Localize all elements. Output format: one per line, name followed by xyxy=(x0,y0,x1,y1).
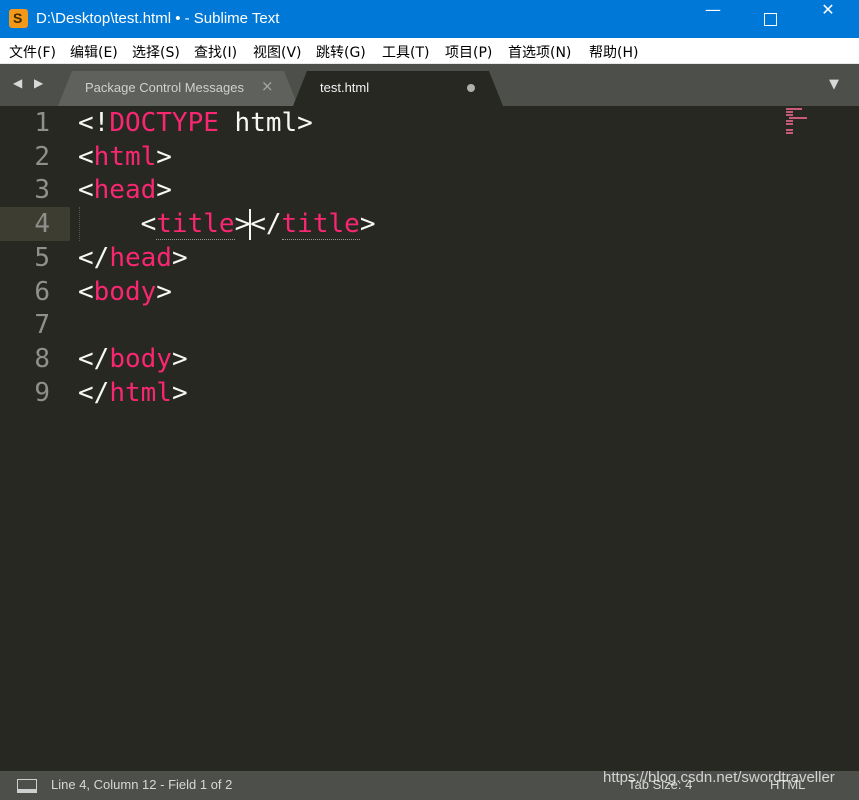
watermark: https://blog.csdn.net/swordtraveller xyxy=(603,769,835,786)
line-number: 5 xyxy=(34,243,50,273)
menu-help[interactable]: 帮助(H) xyxy=(589,42,638,62)
line-number: 1 xyxy=(34,108,50,138)
line-number-gutter: 1 2 3 4 5 6 7 8 9 xyxy=(0,106,70,771)
code-line-3: <head> xyxy=(78,175,172,205)
code-line-6: <body> xyxy=(78,277,172,307)
sublime-app-icon: S xyxy=(9,9,28,28)
code-editor[interactable]: 1 2 3 4 5 6 7 8 9 <!DOCTYPE html> <html>… xyxy=(0,106,859,771)
code-line-9: </html> xyxy=(78,378,188,408)
line-number: 9 xyxy=(34,378,50,408)
menu-find[interactable]: 查找(I) xyxy=(194,42,237,62)
minimize-icon: — xyxy=(705,0,721,19)
menu-bar: 文件(F) 编辑(E) 选择(S) 查找(I) 视图(V) 跳转(G) 工具(T… xyxy=(0,38,859,64)
line-number: 6 xyxy=(34,277,50,307)
maximize-icon xyxy=(763,13,777,26)
code-line-8: </body> xyxy=(78,344,188,374)
code-line-2: <html> xyxy=(78,142,172,172)
menu-edit[interactable]: 编辑(E) xyxy=(70,42,118,62)
menu-view[interactable]: 视图(V) xyxy=(253,42,302,62)
minimize-button[interactable]: — xyxy=(684,0,742,38)
menu-preferences[interactable]: 首选项(N) xyxy=(508,42,571,62)
maximize-button[interactable] xyxy=(741,0,799,38)
tab-package-control-messages[interactable]: Package Control Messages × xyxy=(58,71,298,106)
title-bar: S D:\Desktop\test.html • - Sublime Text … xyxy=(0,0,859,38)
panel-toggle-icon[interactable] xyxy=(17,779,37,793)
window-title: D:\Desktop\test.html • - Sublime Text xyxy=(36,10,280,27)
line-number: 3 xyxy=(34,175,50,205)
unsaved-dot-icon[interactable] xyxy=(467,84,475,92)
menu-selection[interactable]: 选择(S) xyxy=(132,42,180,62)
menu-project[interactable]: 项目(P) xyxy=(445,42,492,62)
line-number: 7 xyxy=(34,310,50,340)
menu-file[interactable]: 文件(F) xyxy=(9,42,56,62)
line-number: 4 xyxy=(34,209,50,239)
minimap[interactable] xyxy=(786,106,818,136)
tab-dropdown-icon[interactable]: ▼ xyxy=(829,77,839,92)
code-line-1: <!DOCTYPE html> xyxy=(78,108,313,138)
code-line-5: </head> xyxy=(78,243,188,273)
close-icon: ✕ xyxy=(821,0,835,19)
line-number: 2 xyxy=(34,142,50,172)
close-button[interactable]: ✕ xyxy=(799,0,857,38)
tab-bar: ◀ ▶ Package Control Messages × test.html… xyxy=(0,64,859,106)
menu-goto[interactable]: 跳转(G) xyxy=(316,42,366,62)
tab-label: test.html xyxy=(320,80,370,95)
tab-test-html[interactable]: test.html xyxy=(293,71,503,106)
code-line-4: <title></title> xyxy=(140,209,376,240)
tab-nav-arrows-icon[interactable]: ◀ ▶ xyxy=(13,76,47,90)
line-number: 8 xyxy=(34,344,50,374)
cursor-position-status: Line 4, Column 12 - Field 1 of 2 xyxy=(51,777,233,792)
tab-label: Package Control Messages xyxy=(85,80,244,95)
tab-close-icon[interactable]: × xyxy=(261,77,274,95)
menu-tools[interactable]: 工具(T) xyxy=(382,42,429,62)
